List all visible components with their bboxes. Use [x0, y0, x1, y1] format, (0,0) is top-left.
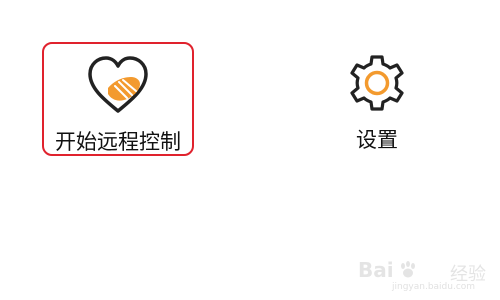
watermark-brand-text: Bai: [358, 258, 394, 282]
heart-handshake-icon: [86, 55, 150, 115]
start-remote-control-label: 开始远程控制: [55, 130, 181, 154]
settings-label: 设置: [356, 128, 398, 152]
gear-icon: [348, 54, 406, 112]
watermark-url: jingyan.baidu.com: [392, 282, 476, 292]
settings-button[interactable]: 设置: [322, 42, 432, 156]
baidu-jingyan-watermark: Bai 经验 jingyan.baidu.com: [358, 258, 490, 294]
app-screen: 开始远程控制 设置 Bai 经验 jingyan.baidu.com: [0, 0, 500, 300]
paw-icon: [398, 260, 418, 280]
start-remote-control-button[interactable]: 开始远程控制: [42, 42, 194, 156]
